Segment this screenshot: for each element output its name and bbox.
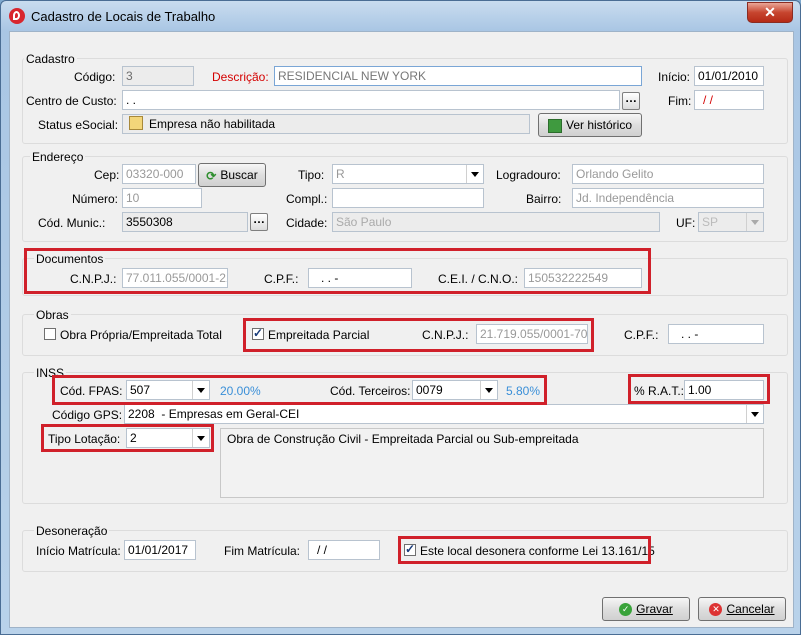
descricao-field[interactable]: RESIDENCIAL NEW YORK: [274, 66, 642, 86]
highlight-documentos: [24, 248, 651, 294]
buscar-label: Buscar: [220, 168, 258, 182]
endereco-group-title: Endereço: [30, 150, 86, 164]
highlight-desonera-lei: [398, 536, 651, 564]
municipio-lookup-button[interactable]: …: [250, 213, 268, 231]
inicio-date-field[interactable]: 01/01/2010: [694, 66, 764, 86]
status-esocial-value: Empresa não habilitada: [149, 117, 276, 131]
cancel-icon: ✕: [709, 603, 723, 617]
title-bar[interactable]: Cadastro de Locais de Trabalho ✕: [1, 1, 800, 31]
cancelar-label: Cancelar: [726, 602, 775, 616]
centro-custo-lookup-button[interactable]: …: [622, 92, 640, 110]
tipo-lotacao-description: Obra de Construção Civil - Empreitada Pa…: [220, 428, 764, 498]
gravar-button[interactable]: ✓ Gravar: [602, 597, 690, 621]
fim-matricula-label: Fim Matrícula:: [224, 544, 301, 558]
fim-matricula-field[interactable]: / /: [308, 540, 380, 560]
highlight-empreitada-parcial: [243, 318, 594, 352]
codigo-label: Código:: [74, 70, 116, 84]
fim-label: Fim:: [668, 94, 692, 108]
status-note-icon: [129, 116, 143, 130]
gps-label: Código GPS:: [52, 408, 123, 422]
inicio-label: Início:: [658, 70, 691, 84]
numero-label: Número:: [72, 192, 119, 206]
compl-label: Compl.:: [286, 192, 328, 206]
obras-group-title: Obras: [34, 308, 71, 322]
ver-historico-button[interactable]: Ver histórico: [538, 113, 642, 137]
gps-dropdown-arrow-icon[interactable]: [746, 405, 763, 423]
descricao-label: Descrição:: [212, 70, 269, 84]
cidade-label: Cidade:: [286, 216, 328, 230]
numero-field[interactable]: 10: [122, 188, 202, 208]
highlight-fpas-terceiros: [52, 375, 547, 405]
uf-dropdown-arrow-icon: [746, 213, 763, 231]
dialog-window: Cadastro de Locais de Trabalho ✕ Cadastr…: [0, 0, 801, 635]
status-esocial-field: Empresa não habilitada: [122, 114, 530, 134]
highlight-rat: [628, 374, 770, 404]
codigo-field: 3: [122, 66, 194, 86]
bairro-label: Bairro:: [526, 192, 562, 206]
cadastro-group-title: Cadastro: [24, 52, 77, 66]
cancelar-button[interactable]: ✕ Cancelar: [698, 597, 786, 621]
cod-munic-field: 3550308: [122, 212, 248, 232]
inicio-matricula-field[interactable]: 01/01/2017: [124, 540, 196, 560]
uf-label: UF:: [676, 216, 696, 230]
cep-field[interactable]: 03320-000: [122, 164, 196, 184]
logradouro-label: Logradouro:: [496, 168, 561, 182]
obras-cpf-field[interactable]: . . -: [668, 324, 764, 344]
uf-select: SP: [698, 212, 764, 232]
logradouro-field[interactable]: Orlando Gelito: [572, 164, 764, 184]
obra-propria-checkbox[interactable]: [44, 328, 56, 340]
ver-historico-label: Ver histórico: [565, 118, 633, 132]
window-title: Cadastro de Locais de Trabalho: [31, 9, 216, 24]
gps-value: 2208 - Empresas em Geral-CEI: [128, 407, 300, 421]
highlight-tipo-lotacao: [41, 424, 214, 452]
compl-field[interactable]: [332, 188, 484, 208]
bairro-field[interactable]: Jd. Independência: [572, 188, 764, 208]
uf-value: SP: [702, 215, 719, 229]
fim-date-field[interactable]: / /: [694, 90, 764, 110]
close-button[interactable]: ✕: [747, 2, 793, 23]
buscar-button[interactable]: ⟳ Buscar: [198, 163, 266, 187]
gravar-label: Gravar: [636, 602, 673, 616]
centro-custo-field[interactable]: . .: [122, 90, 620, 110]
inicio-matricula-label: Início Matrícula:: [36, 544, 121, 558]
refresh-icon: ⟳: [206, 168, 217, 183]
gps-select[interactable]: 2208 - Empresas em Geral-CEI: [124, 404, 764, 424]
tipo-value: R: [336, 167, 345, 181]
dialog-body: Cadastro Código: 3 Descrição: RESIDENCIA…: [9, 31, 794, 628]
cidade-field: São Paulo: [332, 212, 660, 232]
tipo-select[interactable]: R: [332, 164, 484, 184]
app-logo-icon: [9, 8, 25, 24]
obras-cpf-label: C.P.F.:: [624, 328, 659, 342]
cod-munic-label: Cód. Munic.:: [38, 216, 106, 230]
desoneracao-group-title: Desoneração: [34, 524, 110, 538]
tipo-label: Tipo:: [298, 168, 325, 182]
obra-propria-label[interactable]: Obra Própria/Empreitada Total: [60, 328, 222, 342]
status-esocial-label: Status eSocial:: [38, 118, 119, 132]
check-icon: ✓: [619, 603, 633, 617]
centro-custo-label: Centro de Custo:: [26, 94, 117, 108]
cep-label: Cep:: [94, 168, 120, 182]
tipo-dropdown-arrow-icon[interactable]: [466, 165, 483, 183]
history-icon: [547, 118, 562, 133]
